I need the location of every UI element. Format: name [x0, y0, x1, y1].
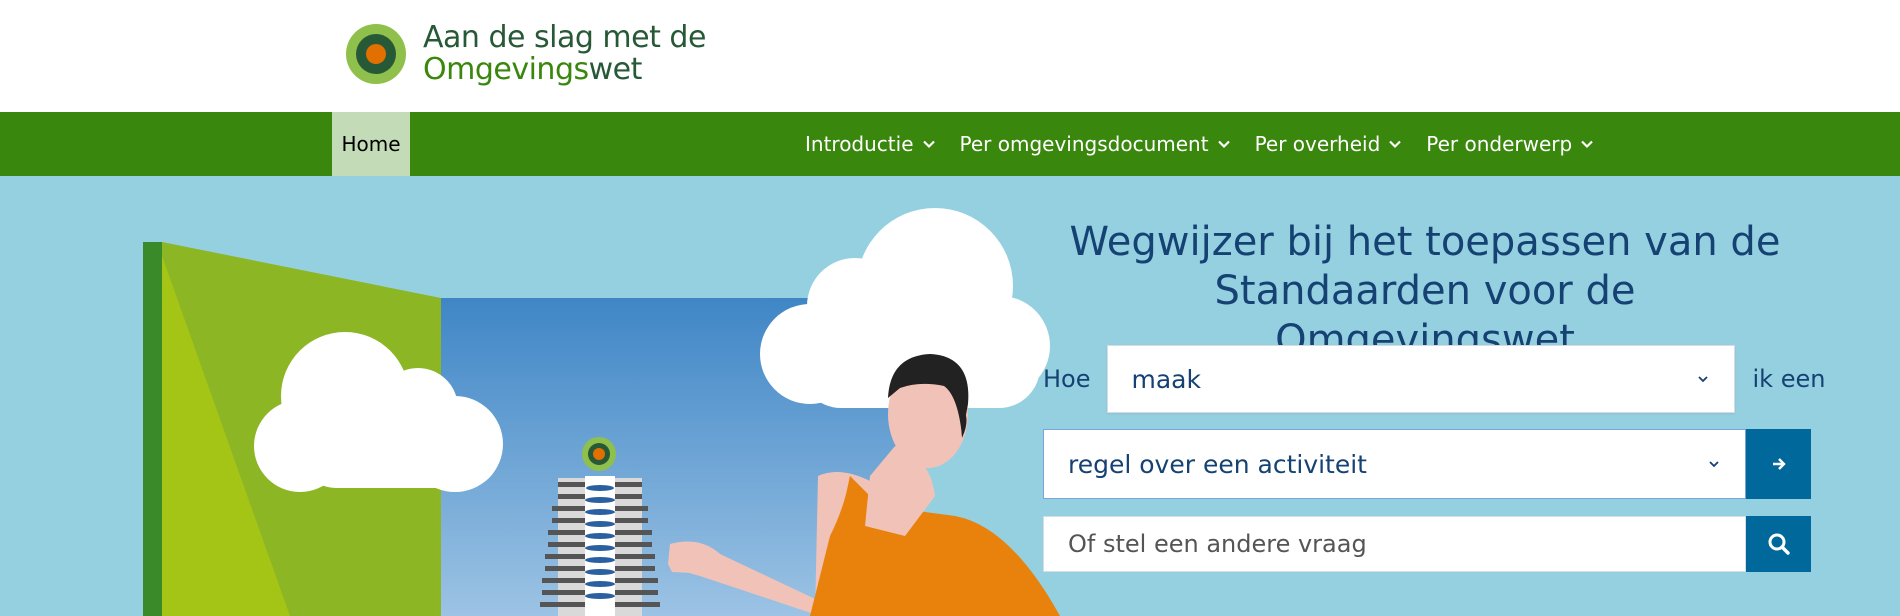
- nav-item-per-omgevingsdocument[interactable]: Per omgevingsdocument: [960, 132, 1231, 156]
- arrow-right-icon: [1772, 458, 1786, 470]
- chevron-down-icon: [1581, 140, 1594, 149]
- verb-select-value: maak: [1131, 364, 1201, 394]
- question-prefix: Hoe: [1043, 365, 1091, 393]
- site-header: Aan de slag met de Omgevingswet: [0, 0, 1900, 112]
- hero-title: Wegwijzer bij het toepassen van de Stand…: [1069, 219, 1781, 363]
- nav-item-label: Per omgevingsdocument: [959, 132, 1209, 156]
- nav-item-per-overheid[interactable]: Per overheid: [1255, 132, 1403, 156]
- nav-item-label: Per onderwerp: [1426, 132, 1573, 156]
- question-suffix: ik een: [1752, 365, 1826, 393]
- verb-select[interactable]: maak: [1106, 345, 1735, 413]
- chevron-down-icon: [1709, 461, 1719, 468]
- main-nav: Home Introductie Per omgevingsdocument P…: [0, 112, 1900, 176]
- nav-item-home[interactable]: Home: [332, 112, 410, 176]
- chevron-down-icon: [1697, 376, 1708, 383]
- hero-section: Wegwijzer bij het toepassen van de Stand…: [0, 176, 1900, 616]
- search-button[interactable]: [1746, 516, 1811, 572]
- nav-menu: Introductie Per omgevingsdocument Per ov…: [805, 112, 1618, 176]
- question-row: Hoe maak ik een: [1043, 344, 1825, 414]
- logo-line-1: Aan de slag met de: [423, 20, 706, 55]
- nav-item-introductie[interactable]: Introductie: [805, 132, 936, 156]
- topic-select-value: regel over een activiteit: [1068, 449, 1367, 479]
- site-logo[interactable]: Aan de slag met de Omgevingswet: [345, 22, 706, 86]
- chevron-down-icon: [1217, 140, 1230, 149]
- logo-line-2a: Omgevings: [423, 52, 589, 87]
- nav-item-per-onderwerp[interactable]: Per onderwerp: [1426, 132, 1594, 156]
- search-input[interactable]: [1043, 516, 1746, 572]
- topic-select[interactable]: regel over een activiteit: [1043, 429, 1746, 499]
- logo-text: Aan de slag met de Omgevingswet: [423, 22, 706, 86]
- logo-mark-icon: [346, 24, 406, 84]
- chevron-down-icon: [1389, 140, 1402, 149]
- logo-line-2b: wet: [588, 52, 643, 87]
- nav-item-label: Per overheid: [1254, 132, 1381, 156]
- go-button[interactable]: [1746, 429, 1811, 499]
- search-icon: [1768, 533, 1790, 555]
- nav-item-label: Introductie: [805, 132, 914, 156]
- chevron-down-icon: [922, 140, 935, 149]
- logo-line-2: Omgevingswet: [423, 54, 706, 86]
- hero-illustration: [143, 208, 1060, 616]
